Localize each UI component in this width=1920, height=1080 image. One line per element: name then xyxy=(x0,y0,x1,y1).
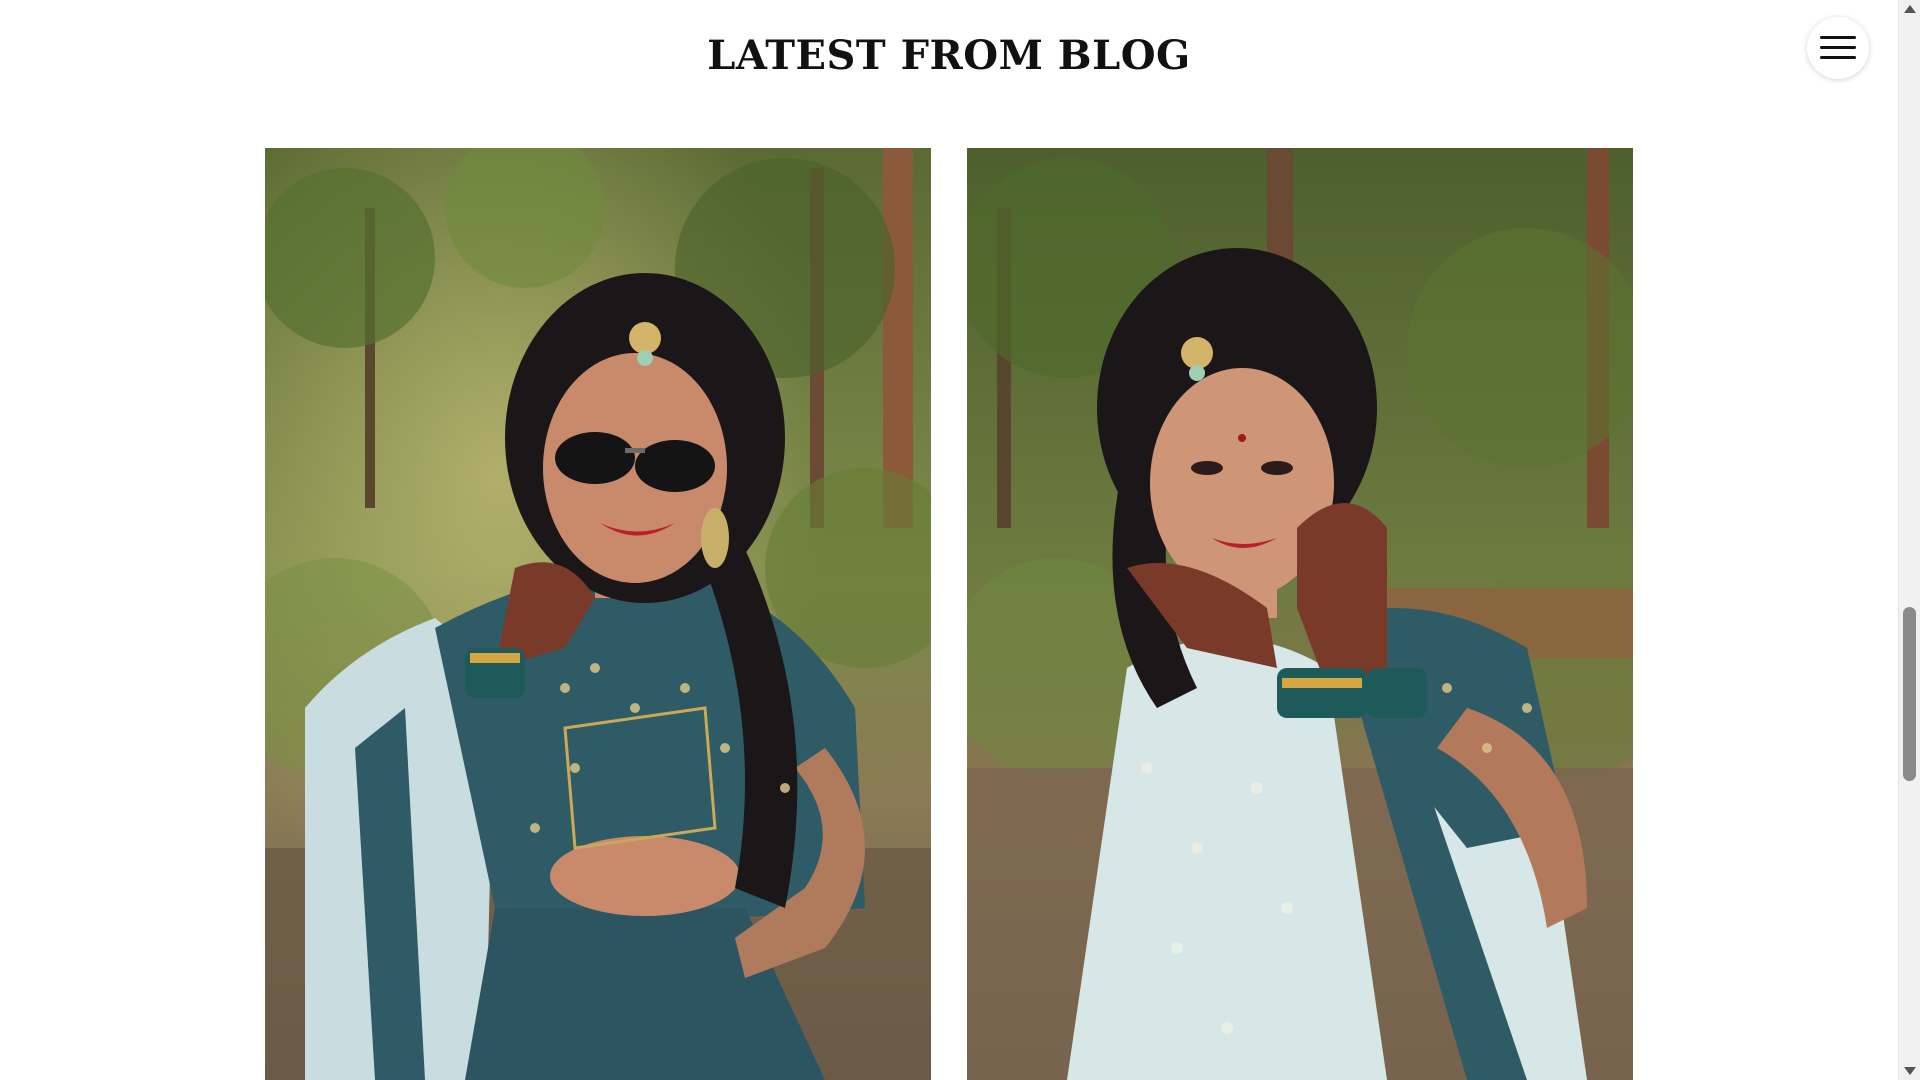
page: LATEST FROM BLOG xyxy=(0,0,1920,1080)
bride-portrait-sunglasses-image xyxy=(265,148,931,1080)
menu-button[interactable] xyxy=(1807,17,1869,79)
section-title: LATEST FROM BLOG xyxy=(707,32,1191,79)
hamburger-icon xyxy=(1820,36,1856,60)
scroll-up-arrow-icon[interactable] xyxy=(1904,5,1916,13)
blog-post-image[interactable] xyxy=(265,148,931,1080)
vertical-scrollbar[interactable] xyxy=(1898,0,1920,1080)
blog-post-image[interactable] xyxy=(967,148,1633,1080)
content-viewport: LATEST FROM BLOG xyxy=(0,0,1898,1080)
scrollbar-thumb[interactable] xyxy=(1903,607,1916,781)
bride-portrait-hands-image xyxy=(967,148,1633,1080)
scroll-down-arrow-icon[interactable] xyxy=(1904,1067,1916,1075)
